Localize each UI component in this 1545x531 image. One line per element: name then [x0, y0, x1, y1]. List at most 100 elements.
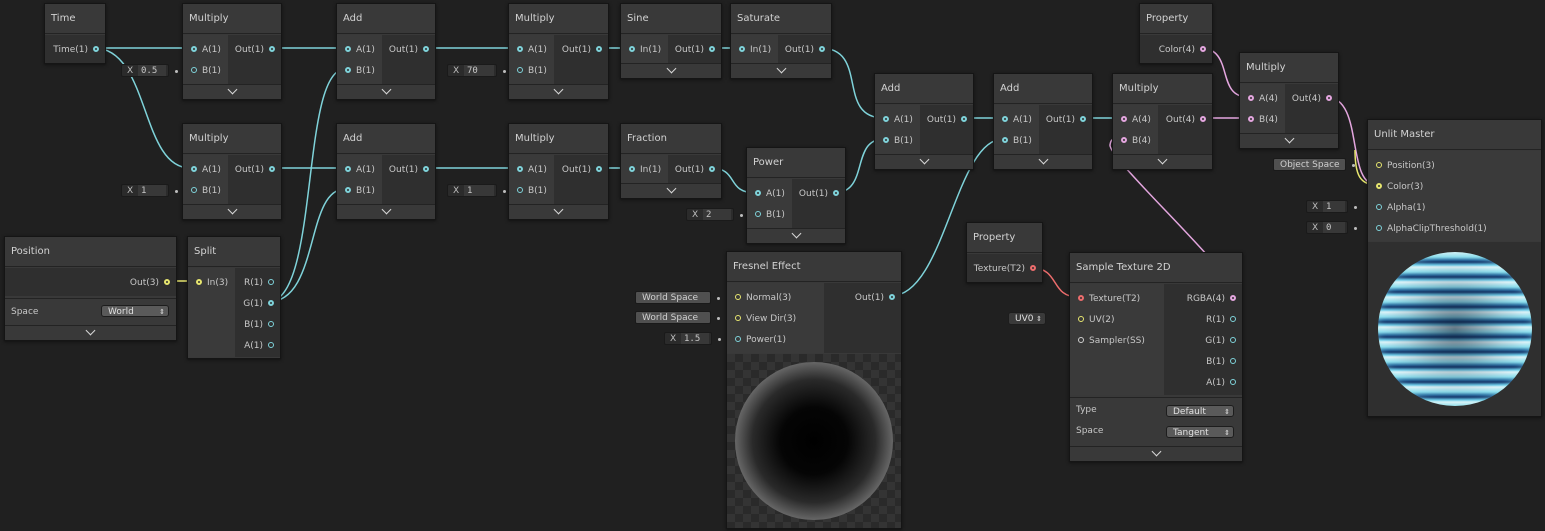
port-dot[interactable]: [1078, 337, 1084, 343]
node-multiply-1[interactable]: Multiply A(1) B(1) Out(1): [182, 3, 282, 100]
port-dot[interactable]: [1080, 116, 1086, 122]
node-multiply-5[interactable]: Multiply A(4) B(4) Out(4): [1112, 73, 1213, 170]
power-b-field[interactable]: X2: [686, 208, 743, 221]
expand-toggle[interactable]: [1113, 154, 1212, 169]
node-multiply-2[interactable]: Multiply A(1) B(1) Out(1): [508, 3, 609, 100]
texture-output-port[interactable]: Texture(T2): [967, 261, 1042, 277]
mul2-b-field[interactable]: X 70: [447, 64, 506, 77]
port-dot[interactable]: [1248, 116, 1254, 122]
port-dot[interactable]: [833, 190, 839, 196]
expand-toggle[interactable]: [875, 154, 973, 169]
port-dot[interactable]: [268, 342, 274, 348]
expand-toggle[interactable]: [621, 63, 721, 78]
port-out[interactable]: Out(1): [921, 112, 973, 128]
port-dot[interactable]: [269, 166, 275, 172]
node-sine[interactable]: Sine In(1) Out(1): [620, 3, 722, 79]
expand-toggle[interactable]: [1070, 446, 1242, 461]
port-dot[interactable]: [191, 187, 197, 193]
port-dot[interactable]: [1376, 162, 1382, 168]
port-r[interactable]: R(1): [240, 275, 280, 291]
port-dot[interactable]: [1230, 358, 1236, 364]
port-out[interactable]: Out(1): [849, 290, 901, 306]
expand-toggle[interactable]: [994, 154, 1092, 169]
port-dot[interactable]: [883, 137, 889, 143]
port-dot[interactable]: [517, 67, 523, 73]
alphaclip-field[interactable]: X0: [1306, 221, 1357, 234]
port-out[interactable]: Out(1): [383, 42, 435, 58]
uv-channel-dropdown[interactable]: UV0 ⇕: [1008, 312, 1046, 325]
expand-toggle[interactable]: [621, 183, 721, 198]
port-dot[interactable]: [629, 46, 635, 52]
port-out[interactable]: Out(4): [1160, 112, 1212, 128]
port-dot[interactable]: [1121, 137, 1127, 143]
port-dot[interactable]: [268, 279, 274, 285]
port-dot[interactable]: [709, 46, 715, 52]
port-dot[interactable]: [1121, 116, 1127, 122]
port-dot[interactable]: [517, 46, 523, 52]
port-out[interactable]: Out(1): [793, 186, 845, 202]
port-dot[interactable]: [268, 300, 274, 306]
port-out[interactable]: Out(1): [556, 162, 608, 178]
node-property-texture[interactable]: Property Texture(T2): [966, 222, 1043, 283]
port-dot[interactable]: [1376, 204, 1382, 210]
port-dot[interactable]: [596, 166, 602, 172]
port-dot[interactable]: [1078, 316, 1084, 322]
port-out[interactable]: Out(1): [556, 42, 608, 58]
port-dot[interactable]: [735, 294, 741, 300]
port-dot[interactable]: [345, 46, 351, 52]
node-multiply-3[interactable]: Multiply A(1) B(1) Out(1): [182, 123, 282, 220]
port-dot[interactable]: [1230, 379, 1236, 385]
port-out[interactable]: Out(1): [669, 162, 721, 178]
expand-toggle[interactable]: [337, 84, 435, 99]
space-dropdown[interactable]: World ⇕: [101, 305, 169, 317]
port-out[interactable]: Out(1): [229, 42, 281, 58]
port-dot[interactable]: [1002, 137, 1008, 143]
color-output-port[interactable]: Color(4): [1140, 42, 1212, 58]
port-dot[interactable]: [1248, 95, 1254, 101]
port-dot[interactable]: [1326, 95, 1332, 101]
port-dot[interactable]: [191, 67, 197, 73]
node-position[interactable]: Position Out(3) Space World ⇕: [4, 236, 177, 341]
port-dot[interactable]: [1030, 265, 1036, 271]
space-dropdown[interactable]: Tangent ⇕: [1166, 426, 1234, 438]
port-out[interactable]: Out(1): [779, 42, 831, 58]
node-saturate[interactable]: Saturate In(1) Out(1): [730, 3, 832, 79]
expand-toggle[interactable]: [509, 84, 608, 99]
mul1-b-field[interactable]: X 0.5: [121, 64, 178, 77]
port-dot[interactable]: [345, 166, 351, 172]
position-space-field[interactable]: Object Space: [1273, 158, 1355, 171]
expand-toggle[interactable]: [5, 325, 176, 340]
port-out[interactable]: Out(1): [383, 162, 435, 178]
node-add-3[interactable]: Add A(1) B(1) Out(1): [874, 73, 974, 170]
node-sample-texture-2d[interactable]: Sample Texture 2D Texture(T2) UV(2) Samp…: [1069, 252, 1243, 462]
port-g[interactable]: G(1): [240, 296, 280, 312]
expand-toggle[interactable]: [1240, 133, 1338, 148]
port-b[interactable]: B(1): [1182, 354, 1242, 370]
port-dot[interactable]: [268, 321, 274, 327]
port-dot[interactable]: [819, 46, 825, 52]
port-dot[interactable]: [196, 279, 202, 285]
port-b[interactable]: B(1): [240, 317, 280, 333]
port-dot[interactable]: [1078, 295, 1084, 301]
port-dot[interactable]: [755, 211, 761, 217]
port-g[interactable]: G(1): [1182, 333, 1242, 349]
mul4-b-field[interactable]: X1: [447, 184, 506, 197]
port-dot[interactable]: [191, 166, 197, 172]
expand-toggle[interactable]: [183, 204, 281, 219]
node-fraction[interactable]: Fraction In(1) Out(1): [620, 123, 722, 199]
alpha-field[interactable]: X1: [1306, 200, 1357, 213]
node-time[interactable]: Time Time(1): [44, 3, 106, 64]
port-dot[interactable]: [191, 46, 197, 52]
port-dot[interactable]: [345, 67, 351, 73]
port-dot[interactable]: [735, 336, 741, 342]
time-output-port[interactable]: Time(1): [45, 42, 105, 58]
port-dot[interactable]: [517, 187, 523, 193]
port-dot[interactable]: [164, 279, 170, 285]
port-dot[interactable]: [1376, 225, 1382, 231]
port-r[interactable]: R(1): [1182, 312, 1242, 328]
port-dot[interactable]: [883, 116, 889, 122]
port-out[interactable]: Out(1): [229, 162, 281, 178]
node-add-1[interactable]: Add A(1) B(1) Out(1): [336, 3, 436, 100]
node-fresnel-effect[interactable]: Fresnel Effect Normal(3) View Dir(3) Pow…: [726, 251, 902, 529]
node-add-4[interactable]: Add A(1) B(1) Out(1): [993, 73, 1093, 170]
